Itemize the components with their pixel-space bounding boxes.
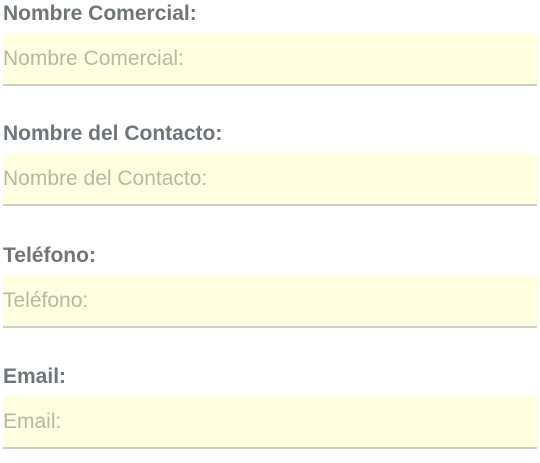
nombre-comercial-label: Nombre Comercial: <box>3 2 197 25</box>
email-input[interactable] <box>3 396 537 449</box>
nombre-contacto-input[interactable] <box>3 153 537 206</box>
nombre-comercial-input[interactable] <box>3 33 537 86</box>
field-nombre-comercial: Nombre Comercial: <box>3 1 537 86</box>
nombre-contacto-label: Nombre del Contacto: <box>3 122 223 145</box>
telefono-label: Teléfono: <box>3 244 96 267</box>
field-email: Email: <box>3 364 537 449</box>
email-label: Email: <box>3 365 67 388</box>
contact-form: Nombre Comercial: Nombre del Contacto: T… <box>0 0 540 463</box>
field-nombre-contacto: Nombre del Contacto: <box>3 121 537 206</box>
field-telefono: Teléfono: <box>3 243 537 328</box>
telefono-input[interactable] <box>3 275 537 328</box>
